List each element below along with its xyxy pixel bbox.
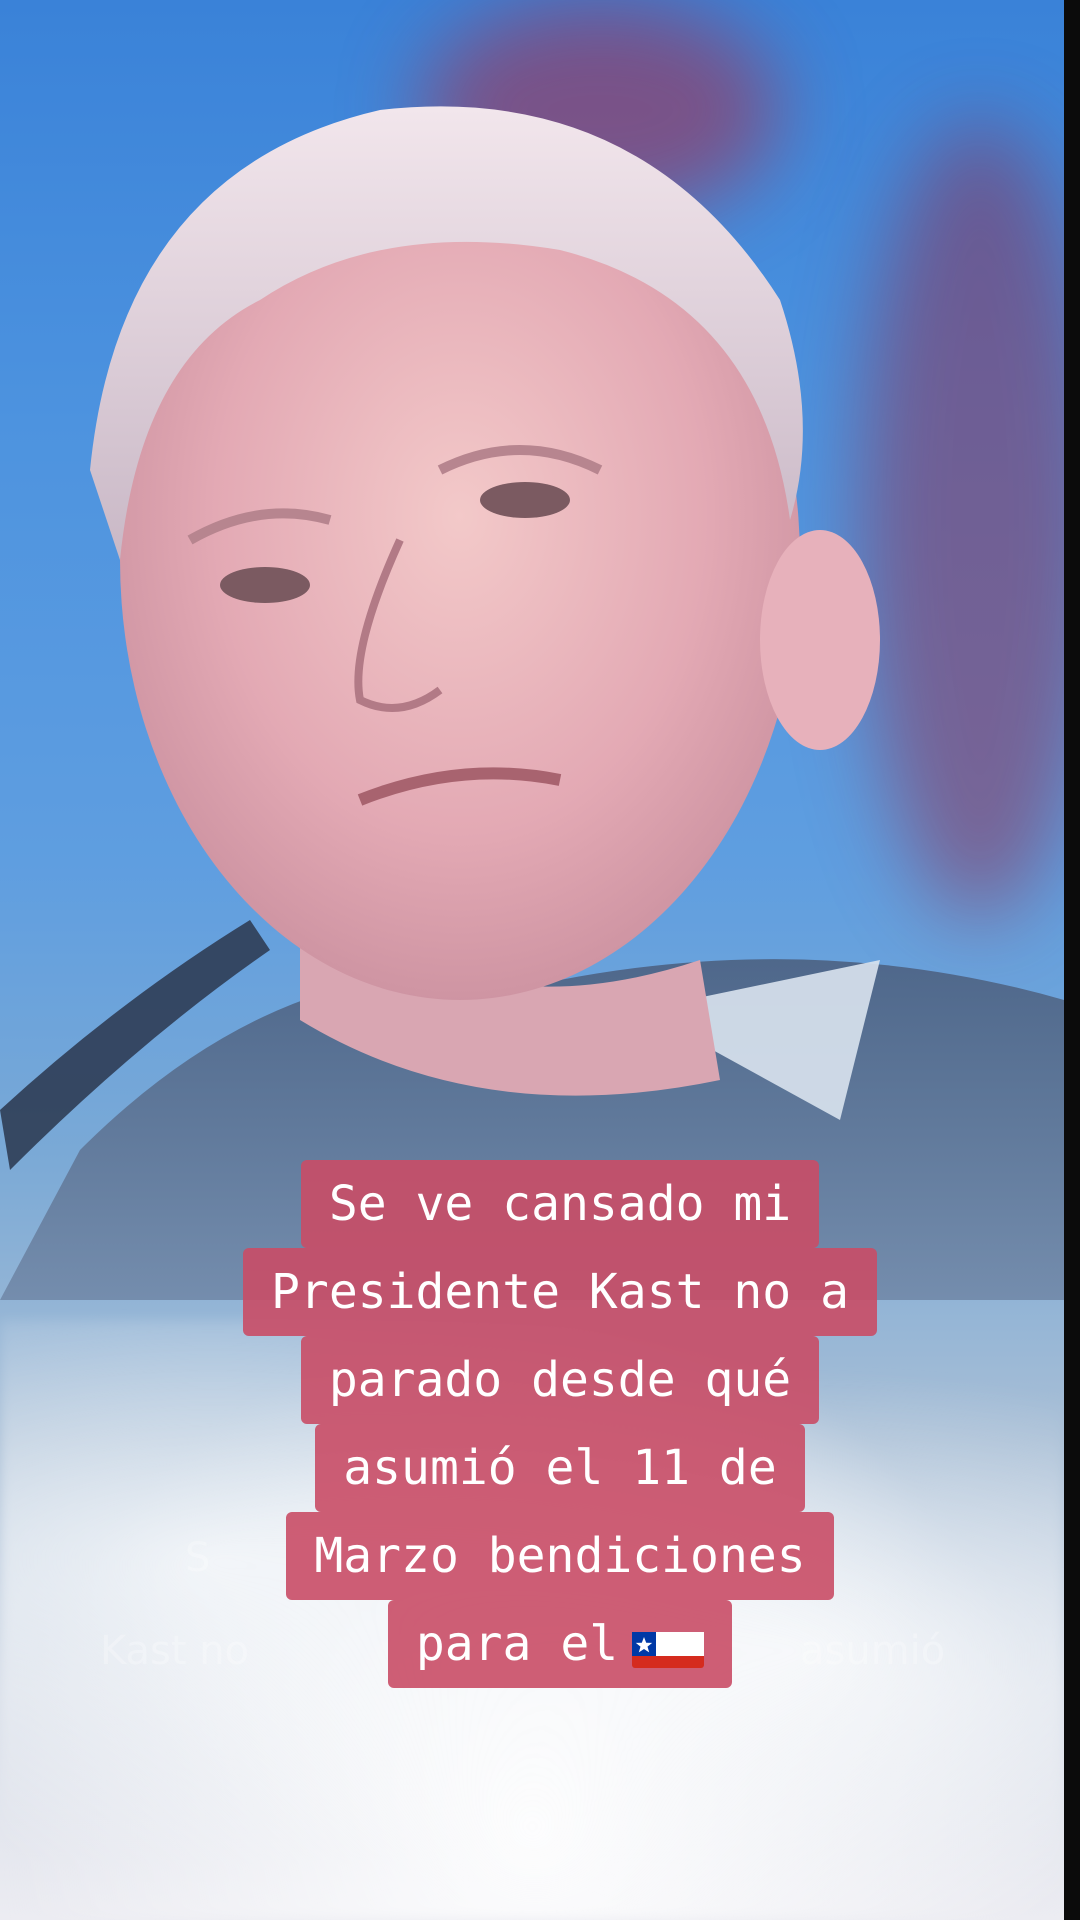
frame-edge <box>1064 0 1080 1920</box>
caption: Se ve cansado mi Presidente Kast no a pa… <box>140 1160 980 1688</box>
caption-line: Marzo bendiciones <box>286 1512 834 1600</box>
portrait-photo <box>0 106 1064 1300</box>
video-frame: S Kast no asumió Se ve cansado mi Presid… <box>0 0 1064 1920</box>
caption-line: parado desde qué <box>300 1336 820 1424</box>
caption-line: asumió el 11 de <box>315 1424 805 1512</box>
caption-line: Se ve cansado mi <box>300 1160 820 1248</box>
chile-flag-icon <box>632 1620 705 1668</box>
caption-line-last: para el <box>387 1600 733 1688</box>
ear-shape <box>760 530 880 750</box>
caption-line: para el <box>415 1616 619 1672</box>
caption-line: Presidente Kast no a <box>243 1248 877 1336</box>
